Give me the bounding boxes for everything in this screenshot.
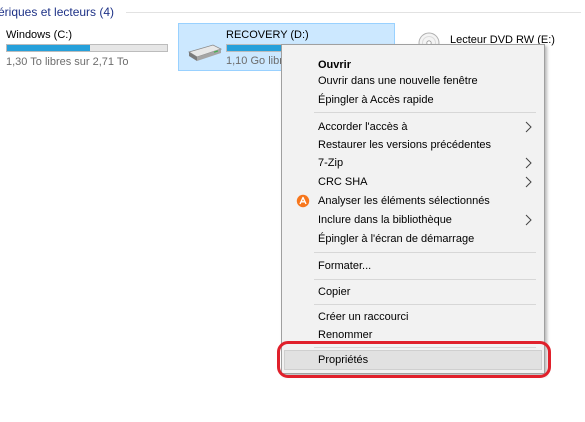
- menu-item-label: Analyser les éléments sélectionnés: [318, 195, 490, 207]
- menu-item-open-new-window[interactable]: Ouvrir dans une nouvelle fenêtre: [284, 71, 542, 91]
- menu-item-label: Ouvrir dans une nouvelle fenêtre: [318, 75, 478, 87]
- menu-item-label: Restaurer les versions précédentes: [318, 139, 492, 151]
- chevron-right-icon: [525, 157, 532, 169]
- menu-item-label: Accorder l'accès à: [318, 121, 408, 133]
- menu-item-label: Renommer: [318, 329, 373, 341]
- menu-item-copy[interactable]: Copier: [284, 282, 542, 302]
- menu-item-label: Épingler à Accès rapide: [318, 94, 434, 106]
- section-header: ériques et lecteurs (4): [0, 4, 581, 20]
- menu-item-label: Épingler à l'écran de démarrage: [318, 233, 475, 245]
- menu-item-give-access[interactable]: Accorder l'accès à: [284, 117, 542, 137]
- menu-item-pin-quick-access[interactable]: Épingler à Accès rapide: [284, 90, 542, 110]
- section-divider: [126, 12, 581, 13]
- menu-item-format[interactable]: Formater...: [284, 256, 542, 276]
- hard-drive-icon: [188, 44, 223, 61]
- chevron-right-icon: [525, 176, 532, 188]
- menu-item-label: Propriétés: [318, 354, 369, 366]
- menu-item-7zip[interactable]: 7-Zip: [284, 153, 542, 173]
- menu-item-properties[interactable]: Propriétés: [284, 350, 542, 370]
- menu-item-scan-selected[interactable]: Analyser les éléments sélectionnés: [284, 191, 542, 211]
- menu-separator: [314, 304, 536, 305]
- drive-c-tile[interactable]: Windows (C:) 1,30 To libres sur 2,71 To: [0, 26, 175, 70]
- menu-item-restore-versions[interactable]: Restaurer les versions précédentes: [284, 135, 542, 155]
- avast-icon: [296, 194, 310, 208]
- menu-separator: [314, 279, 536, 280]
- menu-item-include-library[interactable]: Inclure dans la bibliothèque: [284, 210, 542, 230]
- drive-c-name: Windows (C:): [6, 29, 73, 41]
- chevron-right-icon: [525, 121, 532, 133]
- drive-c-free-space: 1,30 To libres sur 2,71 To: [6, 56, 129, 68]
- drive-c-usage-fill: [7, 45, 91, 51]
- menu-item-label: Copier: [318, 286, 351, 298]
- menu-separator: [314, 252, 536, 253]
- drive-c-usage-bar: [6, 44, 168, 52]
- drive-d-name: RECOVERY (D:): [226, 29, 309, 41]
- menu-item-label: Créer un raccourci: [318, 311, 409, 323]
- menu-item-label: CRC SHA: [318, 176, 368, 188]
- menu-item-label: 7-Zip: [318, 157, 344, 169]
- menu-item-label: Inclure dans la bibliothèque: [318, 214, 452, 226]
- context-menu: Ouvrir Ouvrir dans une nouvelle fenêtre …: [281, 44, 545, 374]
- menu-item-label: Formater...: [318, 260, 372, 272]
- section-title: ériques et lecteurs (4): [0, 5, 115, 19]
- menu-separator: [314, 347, 536, 348]
- menu-item-create-shortcut[interactable]: Créer un raccourci: [284, 307, 542, 327]
- menu-item-crc-sha[interactable]: CRC SHA: [284, 172, 542, 192]
- chevron-right-icon: [525, 214, 532, 226]
- menu-separator: [314, 112, 536, 113]
- menu-item-pin-start[interactable]: Épingler à l'écran de démarrage: [284, 229, 542, 249]
- menu-item-rename[interactable]: Renommer: [284, 325, 542, 345]
